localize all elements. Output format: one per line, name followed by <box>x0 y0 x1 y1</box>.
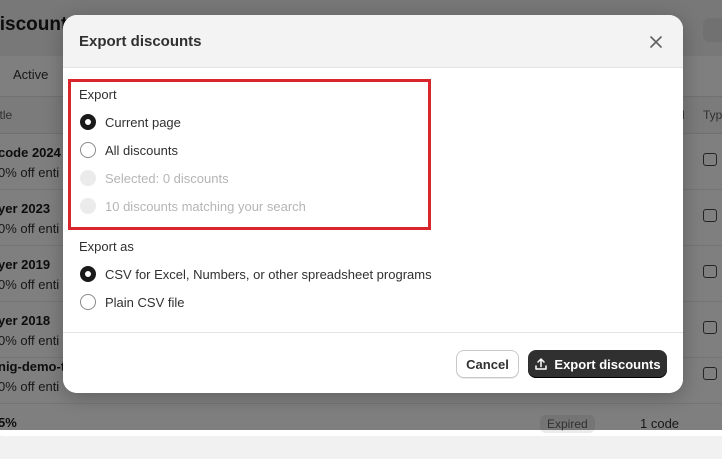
modal-header: Export discounts <box>63 15 683 68</box>
close-button[interactable] <box>645 31 667 53</box>
radio-label: Plain CSV file <box>105 294 185 310</box>
upload-icon <box>534 357 548 371</box>
highlight-box <box>68 79 431 230</box>
modal-footer: Cancel Export discounts <box>63 332 683 393</box>
export-as-section-label: Export as <box>79 239 134 254</box>
cancel-button[interactable]: Cancel <box>456 350 519 378</box>
radio-plain-csv[interactable]: Plain CSV file <box>80 292 184 312</box>
x-icon <box>650 36 662 48</box>
export-button-label: Export discounts <box>554 356 661 372</box>
export-discounts-button[interactable]: Export discounts <box>528 350 667 378</box>
radio-button[interactable] <box>80 294 96 310</box>
radio-csv-excel[interactable]: CSV for Excel, Numbers, or other spreads… <box>80 264 432 284</box>
radio-label: CSV for Excel, Numbers, or other spreads… <box>105 266 432 282</box>
export-discounts-modal: Export discounts Export Current page All… <box>63 15 683 393</box>
modal-title: Export discounts <box>79 33 202 50</box>
radio-button[interactable] <box>80 266 96 282</box>
